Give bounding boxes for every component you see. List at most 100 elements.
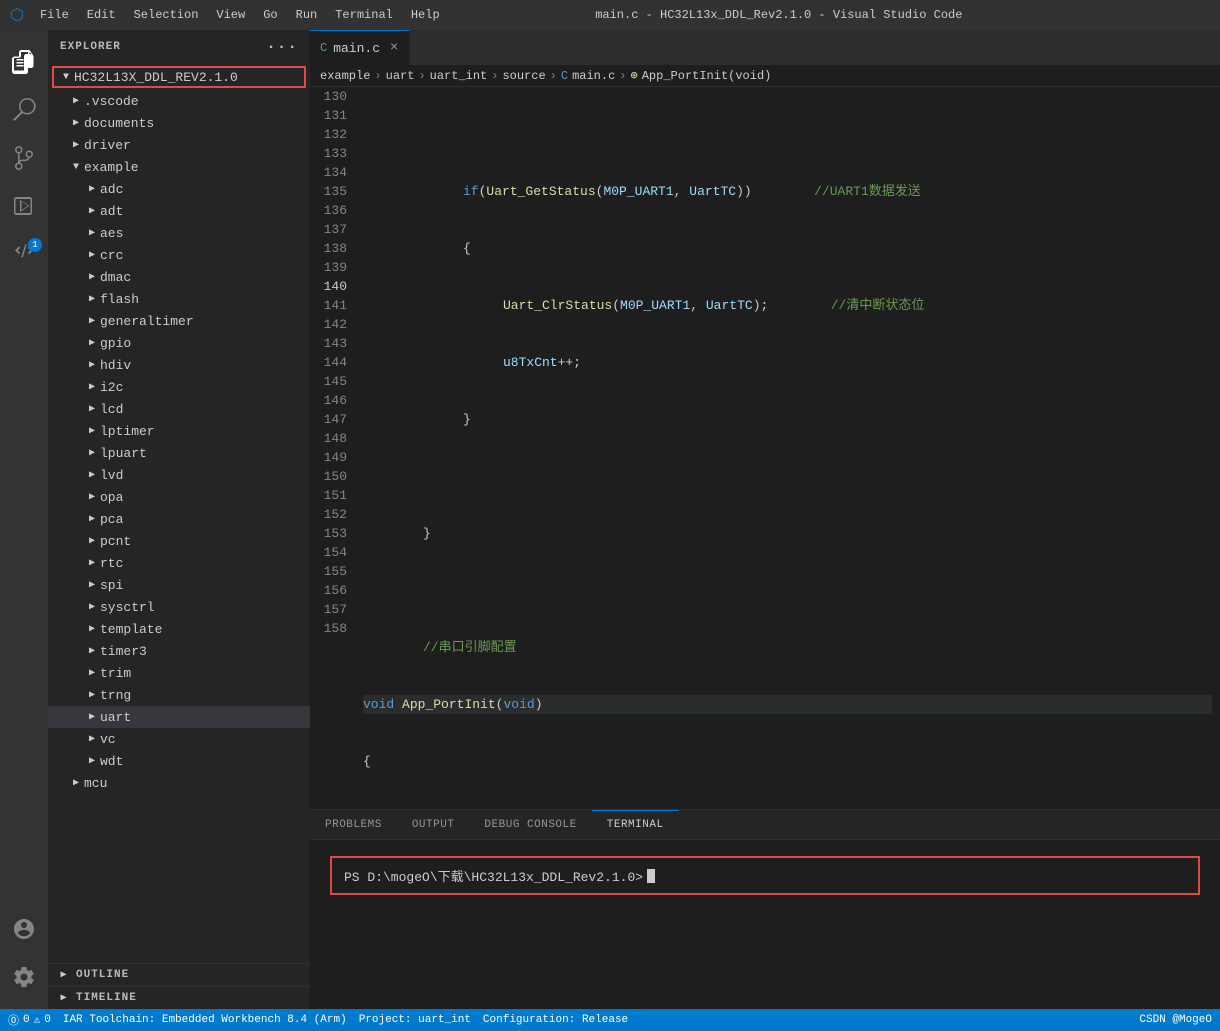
tab-debug-console[interactable]: DEBUG CONSOLE bbox=[469, 810, 591, 840]
terminal-prompt[interactable]: PS D:\mogeO\下载\HC32L13x_DDL_Rev2.1.0> bbox=[330, 856, 1200, 895]
tree-item-generaltimer[interactable]: ▶ generaltimer bbox=[48, 310, 310, 332]
code-line-133: Uart_ClrStatus(M0P_UART1, UartTC); //清中断… bbox=[363, 296, 1212, 315]
menu-selection[interactable]: Selection bbox=[126, 6, 207, 24]
tree-item-hdiv[interactable]: ▶ hdiv bbox=[48, 354, 310, 376]
pcnt-label: pcnt bbox=[100, 534, 131, 549]
tab-close-icon[interactable]: × bbox=[390, 40, 398, 56]
gpio-arrow-icon: ▶ bbox=[84, 335, 100, 351]
tree-item-trng[interactable]: ▶ trng bbox=[48, 684, 310, 706]
tree-item-opa[interactable]: ▶ opa bbox=[48, 486, 310, 508]
aes-arrow-icon: ▶ bbox=[84, 225, 100, 241]
menu-run[interactable]: Run bbox=[288, 6, 326, 24]
outline-header[interactable]: ▶ OUTLINE bbox=[48, 964, 310, 986]
tree-item-template[interactable]: ▶ template bbox=[48, 618, 310, 640]
crc-label: crc bbox=[100, 248, 123, 263]
tree-item-mcu[interactable]: ▶ mcu bbox=[48, 772, 310, 794]
status-author[interactable]: CSDN @MogeO bbox=[1139, 1014, 1212, 1026]
flash-label: flash bbox=[100, 292, 139, 307]
activity-settings-icon[interactable] bbox=[0, 953, 48, 1001]
template-label: template bbox=[100, 622, 162, 637]
rtc-arrow-icon: ▶ bbox=[84, 555, 100, 571]
tree-item-vc[interactable]: ▶ vc bbox=[48, 728, 310, 750]
breadcrumb-function-icon: ⊕ bbox=[631, 68, 638, 83]
tree-item-rtc[interactable]: ▶ rtc bbox=[48, 552, 310, 574]
breadcrumb-mainc[interactable]: main.c bbox=[572, 69, 615, 83]
tree-item-dmac[interactable]: ▶ dmac bbox=[48, 266, 310, 288]
code-line-134: u8TxCnt++; bbox=[363, 353, 1212, 372]
activity-run-icon[interactable] bbox=[0, 182, 48, 230]
tree-item-sysctrl[interactable]: ▶ sysctrl bbox=[48, 596, 310, 618]
breadcrumb: example › uart › uart_int › source › C m… bbox=[310, 65, 1220, 87]
driver-label: driver bbox=[84, 138, 131, 153]
tree-item-driver[interactable]: ▶ driver bbox=[48, 134, 310, 156]
lptimer-label: lptimer bbox=[100, 424, 155, 439]
sidebar-tree: ▼ HC32L13X_DDL_REV2.1.0 ▶ .vscode ▶ docu… bbox=[48, 64, 310, 963]
breadcrumb-sep1: › bbox=[374, 69, 381, 83]
activity-account-icon[interactable] bbox=[0, 905, 48, 953]
status-project[interactable]: Project: uart_int bbox=[359, 1014, 471, 1026]
code-editor[interactable]: 130 131 132 133 134 135 136 137 138 139 … bbox=[310, 87, 1220, 809]
tree-item-wdt[interactable]: ▶ wdt bbox=[48, 750, 310, 772]
documents-label: documents bbox=[84, 116, 154, 131]
breadcrumb-sep2: › bbox=[418, 69, 425, 83]
tree-root[interactable]: ▼ HC32L13X_DDL_REV2.1.0 bbox=[52, 66, 306, 88]
tree-item-flash[interactable]: ▶ flash bbox=[48, 288, 310, 310]
menu-edit[interactable]: Edit bbox=[79, 6, 124, 24]
tree-item-documents[interactable]: ▶ documents bbox=[48, 112, 310, 134]
menu-help[interactable]: Help bbox=[403, 6, 448, 24]
tree-item-i2c[interactable]: ▶ i2c bbox=[48, 376, 310, 398]
tree-item-lvd[interactable]: ▶ lvd bbox=[48, 464, 310, 486]
tab-problems[interactable]: PROBLEMS bbox=[310, 810, 397, 840]
timeline-arrow-icon: ▶ bbox=[56, 990, 72, 1006]
editor-area: C main.c × example › uart › uart_int › s… bbox=[310, 30, 1220, 1009]
tree-item-pca[interactable]: ▶ pca bbox=[48, 508, 310, 530]
breadcrumb-uart-int[interactable]: uart_int bbox=[430, 69, 488, 83]
tree-item-example[interactable]: ▼ example bbox=[48, 156, 310, 178]
tree-item-timer3[interactable]: ▶ timer3 bbox=[48, 640, 310, 662]
tree-item-lcd[interactable]: ▶ lcd bbox=[48, 398, 310, 420]
menu-view[interactable]: View bbox=[208, 6, 253, 24]
tree-item-adt[interactable]: ▶ adt bbox=[48, 200, 310, 222]
tree-item-lptimer[interactable]: ▶ lptimer bbox=[48, 420, 310, 442]
status-config[interactable]: Configuration: Release bbox=[483, 1014, 628, 1026]
timeline-header[interactable]: ▶ TIMELINE bbox=[48, 987, 310, 1009]
breadcrumb-uart[interactable]: uart bbox=[386, 69, 415, 83]
activity-extensions-icon[interactable]: 1 bbox=[0, 230, 48, 278]
activity-explorer-icon[interactable] bbox=[0, 38, 48, 86]
mcu-label: mcu bbox=[84, 776, 107, 791]
vc-label: vc bbox=[100, 732, 116, 747]
tree-item-lpuart[interactable]: ▶ lpuart bbox=[48, 442, 310, 464]
more-actions-icon[interactable]: ··· bbox=[266, 38, 298, 56]
breadcrumb-c-icon: C bbox=[561, 69, 568, 83]
lpuart-label: lpuart bbox=[100, 446, 147, 461]
menu-terminal[interactable]: Terminal bbox=[327, 6, 401, 24]
tab-output[interactable]: OUTPUT bbox=[397, 810, 470, 840]
tree-item-adc[interactable]: ▶ adc bbox=[48, 178, 310, 200]
status-toolchain[interactable]: IAR Toolchain: Embedded Workbench 8.4 (A… bbox=[63, 1014, 347, 1026]
crc-arrow-icon: ▶ bbox=[84, 247, 100, 263]
tab-main-c[interactable]: C main.c × bbox=[310, 30, 410, 65]
tree-item-aes[interactable]: ▶ aes bbox=[48, 222, 310, 244]
breadcrumb-example[interactable]: example bbox=[320, 69, 370, 83]
outline-arrow-icon: ▶ bbox=[56, 967, 72, 983]
menu-file[interactable]: File bbox=[32, 6, 77, 24]
activity-search-icon[interactable] bbox=[0, 86, 48, 134]
lpuart-arrow-icon: ▶ bbox=[84, 445, 100, 461]
activity-source-control-icon[interactable] bbox=[0, 134, 48, 182]
breadcrumb-source[interactable]: source bbox=[502, 69, 545, 83]
terminal-cursor bbox=[647, 869, 655, 883]
tree-item-gpio[interactable]: ▶ gpio bbox=[48, 332, 310, 354]
tree-item-trim[interactable]: ▶ trim bbox=[48, 662, 310, 684]
tree-item-vscode[interactable]: ▶ .vscode bbox=[48, 90, 310, 112]
tree-item-pcnt[interactable]: ▶ pcnt bbox=[48, 530, 310, 552]
tab-terminal[interactable]: TERMINAL bbox=[592, 810, 679, 840]
tree-item-crc[interactable]: ▶ crc bbox=[48, 244, 310, 266]
menu-go[interactable]: Go bbox=[255, 6, 285, 24]
activity-bottom bbox=[0, 905, 48, 1009]
pca-label: pca bbox=[100, 512, 123, 527]
tree-item-spi[interactable]: ▶ spi bbox=[48, 574, 310, 596]
tree-item-uart[interactable]: ▶ uart bbox=[48, 706, 310, 728]
timeline-section: ▶ TIMELINE bbox=[48, 986, 310, 1009]
breadcrumb-function[interactable]: App_PortInit(void) bbox=[642, 69, 772, 83]
status-errors[interactable]: ⓪ 0 ⚠ 0 bbox=[8, 1012, 51, 1028]
